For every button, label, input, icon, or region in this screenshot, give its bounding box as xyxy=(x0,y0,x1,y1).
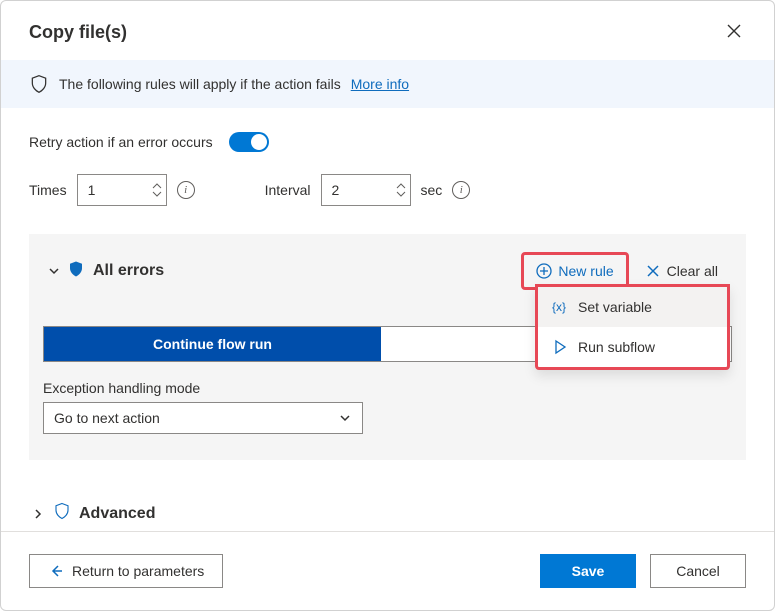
close-icon xyxy=(645,263,661,279)
interval-spinner[interactable] xyxy=(396,182,406,198)
close-icon xyxy=(726,23,742,39)
interval-input[interactable]: 2 xyxy=(321,174,411,206)
interval-value: 2 xyxy=(332,182,396,198)
continue-flow-option[interactable]: Continue flow run xyxy=(44,327,381,361)
info-icon[interactable]: i xyxy=(452,181,470,199)
all-errors-label: All errors xyxy=(93,262,164,280)
arrow-left-icon xyxy=(48,563,64,579)
return-label: Return to parameters xyxy=(72,563,204,579)
svg-text:{x}: {x} xyxy=(552,300,566,314)
times-value: 1 xyxy=(88,182,152,198)
plus-circle-icon xyxy=(536,263,552,279)
info-icon[interactable]: i xyxy=(177,181,195,199)
times-input[interactable]: 1 xyxy=(77,174,167,206)
menu-item-label: Set variable xyxy=(578,299,652,315)
continue-flow-label: Continue flow run xyxy=(153,336,272,352)
chevron-right-icon xyxy=(31,507,45,521)
chevron-down-icon xyxy=(152,190,162,198)
exception-mode-label: Exception handling mode xyxy=(43,380,732,396)
chevron-down-icon xyxy=(338,411,352,425)
variable-icon: {x} xyxy=(552,299,568,315)
exception-mode-value: Go to next action xyxy=(54,410,160,426)
retry-toggle[interactable] xyxy=(229,132,269,152)
interval-label: Interval xyxy=(265,182,311,198)
chevron-down-icon xyxy=(396,190,406,198)
cancel-button[interactable]: Cancel xyxy=(650,554,746,588)
advanced-section-toggle[interactable]: Advanced xyxy=(29,496,746,531)
menu-item-label: Run subflow xyxy=(578,339,655,355)
new-rule-menu: {x} Set variable Run subflow xyxy=(535,284,730,370)
info-text: The following rules will apply if the ac… xyxy=(59,76,341,92)
chevron-up-icon xyxy=(152,182,162,190)
times-label: Times xyxy=(29,182,67,198)
clear-all-label: Clear all xyxy=(667,263,718,279)
more-info-link[interactable]: More info xyxy=(351,76,409,92)
close-button[interactable] xyxy=(722,19,746,46)
menu-item-run-subflow[interactable]: Run subflow xyxy=(538,327,727,367)
return-button[interactable]: Return to parameters xyxy=(29,554,223,588)
play-icon xyxy=(552,339,568,355)
new-rule-button[interactable]: New rule xyxy=(526,257,623,285)
exception-mode-select[interactable]: Go to next action xyxy=(43,402,363,434)
menu-item-set-variable[interactable]: {x} Set variable xyxy=(538,287,727,327)
shield-icon xyxy=(29,74,49,94)
info-banner: The following rules will apply if the ac… xyxy=(1,60,774,108)
interval-unit: sec xyxy=(421,182,443,198)
shield-icon xyxy=(67,260,85,283)
times-spinner[interactable] xyxy=(152,182,162,198)
advanced-label: Advanced xyxy=(79,505,155,523)
retry-label: Retry action if an error occurs xyxy=(29,134,213,150)
chevron-up-icon xyxy=(396,182,406,190)
save-button[interactable]: Save xyxy=(540,554,636,588)
new-rule-label: New rule xyxy=(558,263,613,279)
clear-all-button[interactable]: Clear all xyxy=(635,257,728,285)
shield-icon xyxy=(53,502,71,525)
chevron-down-icon[interactable] xyxy=(47,264,61,278)
dialog-title: Copy file(s) xyxy=(29,22,127,43)
